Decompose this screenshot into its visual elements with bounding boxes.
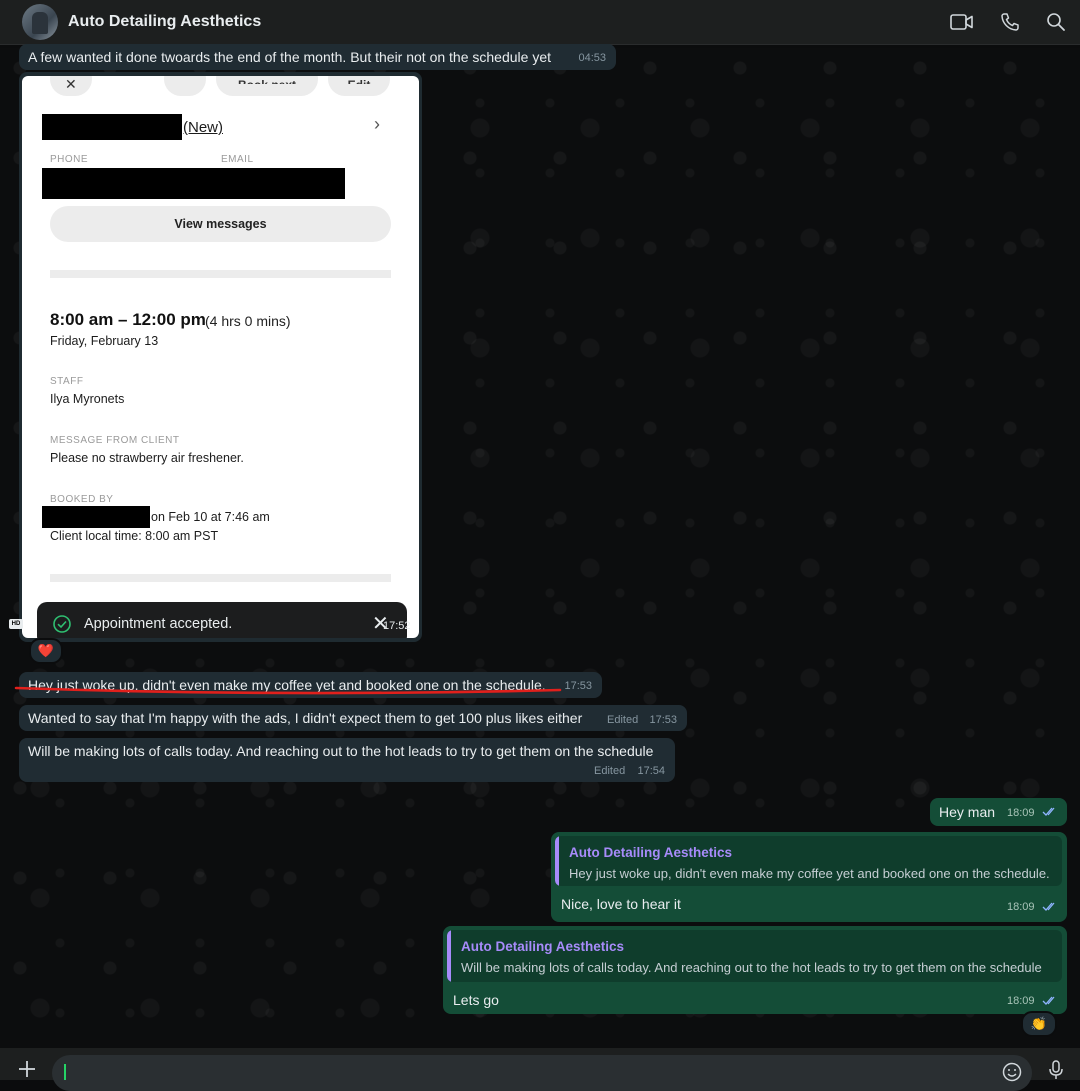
reaction-badge[interactable]: ❤️ [29, 638, 63, 664]
message-time: 17:54 [637, 765, 665, 777]
hd-badge: HD [9, 619, 23, 629]
redacted-booked-by [42, 506, 150, 528]
red-underline-annotation [14, 686, 562, 695]
contact-avatar[interactable] [22, 4, 58, 40]
message-text: Nice, love to hear it [561, 896, 681, 912]
quoted-author: Auto Detailing Aesthetics [461, 939, 625, 954]
video-call-icon[interactable] [950, 13, 974, 31]
pill-button [164, 76, 206, 96]
close-icon: ✕ [65, 76, 77, 92]
message-text: Wanted to say that I'm happy with the ad… [28, 710, 583, 726]
message-time: 17:53 [649, 714, 677, 726]
chat-title[interactable]: Auto Detailing Aesthetics [68, 13, 261, 31]
message-input[interactable] [52, 1055, 1032, 1091]
message-time: 17:52 [383, 620, 411, 632]
appointment-toast: Appointment accepted. ✕ [37, 602, 407, 638]
chat-header[interactable]: Auto Detailing Aesthetics [0, 0, 1080, 45]
appointment-duration: (4 hrs 0 mins) [205, 313, 291, 329]
quoted-message[interactable]: Auto Detailing Aesthetics Hey just woke … [555, 836, 1062, 886]
divider [50, 270, 391, 278]
outgoing-message[interactable]: Hey man 18:09 [930, 798, 1067, 826]
toast-text: Appointment accepted. [84, 616, 233, 632]
redacted-client-name [42, 114, 182, 140]
message-text: A few wanted it done twoards the end of … [28, 49, 552, 65]
message-time: 04:53 [578, 52, 606, 64]
message-time: 18:09 [1007, 901, 1035, 913]
outgoing-reply-message[interactable]: Auto Detailing Aesthetics Hey just woke … [551, 832, 1067, 922]
attach-plus-icon[interactable] [16, 1058, 38, 1085]
emoji-icon[interactable] [1002, 1062, 1022, 1087]
appointment-time-range: 8:00 am – 12:00 pm [50, 310, 206, 329]
redacted-contact-info [42, 168, 345, 199]
microphone-icon[interactable] [1048, 1060, 1064, 1085]
message-time: 18:09 [1007, 995, 1035, 1007]
text-caret [64, 1064, 66, 1080]
staff-label: STAFF [50, 376, 84, 387]
incoming-message[interactable]: A few wanted it done twoards the end of … [19, 44, 616, 70]
search-icon[interactable] [1046, 12, 1066, 32]
quoted-message[interactable]: Auto Detailing Aesthetics Will be making… [447, 930, 1062, 982]
booked-by-label: BOOKED BY [50, 494, 114, 505]
view-messages-button: View messages [50, 206, 391, 242]
quoted-text: Will be making lots of calls today. And … [461, 960, 1042, 975]
staff-name: Ilya Myronets [50, 392, 125, 406]
image-message[interactable]: ✕ Book next Edit (New) › PHONE EMAIL Vie… [19, 72, 422, 642]
message-time: 17:53 [564, 680, 592, 692]
clap-reaction: 👏 [1030, 1016, 1048, 1031]
phone-label: PHONE [50, 154, 89, 165]
read-receipt-icon [1042, 900, 1058, 918]
heart-reaction: ❤️ [37, 643, 55, 658]
message-text: Hey man [939, 804, 996, 820]
header-actions [950, 0, 1066, 44]
new-client-label: (New) [183, 119, 223, 136]
message-from-client-label: MESSAGE FROM CLIENT [50, 435, 180, 446]
read-receipt-icon [1042, 805, 1058, 823]
booking-screenshot: ✕ Book next Edit (New) › PHONE EMAIL Vie… [22, 76, 419, 638]
client-local-time: Client local time: 8:00 am PST [50, 529, 219, 543]
incoming-message[interactable]: Will be making lots of calls today. And … [19, 738, 675, 782]
incoming-message[interactable]: Wanted to say that I'm happy with the ad… [19, 705, 687, 731]
divider [50, 574, 391, 582]
edit-pill: Edit [328, 76, 390, 96]
outgoing-reply-message[interactable]: Auto Detailing Aesthetics Will be making… [443, 926, 1067, 1014]
client-message: Please no strawberry air freshener. [50, 451, 244, 465]
quoted-author: Auto Detailing Aesthetics [569, 845, 733, 860]
email-label: EMAIL [221, 154, 254, 165]
appointment-date: Friday, February 13 [50, 334, 159, 348]
edited-label: Edited [594, 765, 626, 777]
reaction-badge[interactable]: 👏 [1021, 1011, 1057, 1037]
chevron-right-icon: › [374, 114, 380, 134]
message-text: Lets go [453, 992, 499, 1008]
quoted-text: Hey just woke up, didn't even make my co… [569, 866, 1050, 881]
booked-on: on Feb 10 at 7:46 am [151, 510, 270, 524]
edited-label: Edited [607, 714, 639, 726]
book-next-pill: Book next [216, 76, 318, 96]
check-circle-icon [53, 615, 71, 638]
voice-call-icon[interactable] [1000, 12, 1020, 32]
message-time: 18:09 [1007, 807, 1035, 819]
message-text: Will be making lots of calls today. And … [28, 743, 654, 759]
read-receipt-icon [1042, 994, 1058, 1012]
close-pill: ✕ [50, 76, 92, 96]
